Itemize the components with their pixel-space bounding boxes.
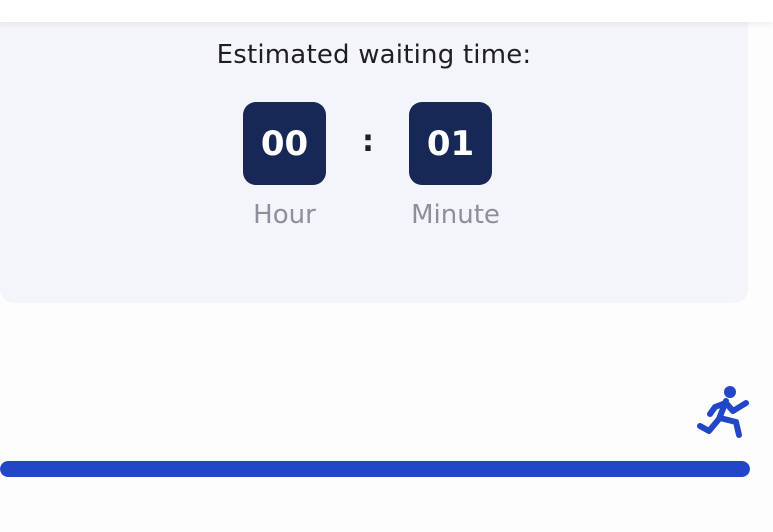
minutes-label: Minute [411,200,500,230]
waiting-time-title: Estimated waiting time: [216,40,532,70]
progress-bar [0,461,750,477]
top-bar-shadow [0,0,773,22]
progress-bar-fill [0,461,750,477]
hours-label: Hour [253,200,316,230]
hours-value: 00 [243,102,326,185]
time-separator: : [362,124,374,159]
running-person-icon [693,383,753,443]
minutes-value: 01 [409,102,492,185]
waiting-time-card: Estimated waiting time: 00 : 01 Hour Min… [0,0,748,303]
